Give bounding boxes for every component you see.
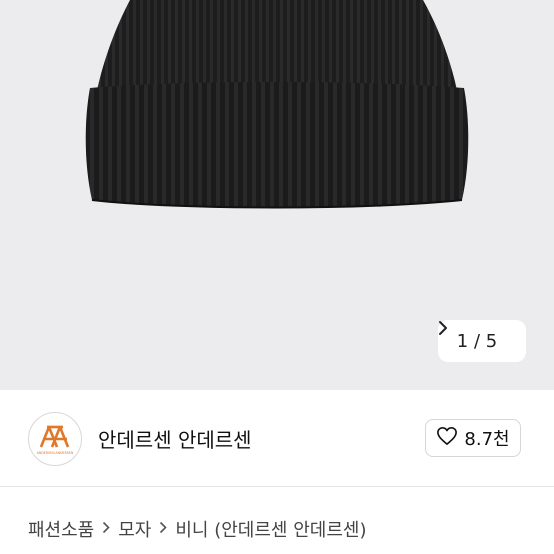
breadcrumb-item-current[interactable]: 비니 (안데르센 안데르센) bbox=[175, 516, 366, 542]
total-pages: 5 bbox=[485, 330, 498, 352]
seller-avatar[interactable]: ANDERSEN-ANDERSEN bbox=[28, 412, 82, 466]
like-count: 8.7천 bbox=[464, 429, 510, 450]
current-page: 1 bbox=[456, 330, 469, 352]
seller-name[interactable]: 안데르센 안데르센 bbox=[98, 424, 252, 453]
logo-text: ANDERSEN-ANDERSEN bbox=[37, 451, 74, 455]
page-counter: 1 / 5 bbox=[457, 331, 497, 352]
andersen-logo-icon: ANDERSEN-ANDERSEN bbox=[37, 425, 74, 455]
breadcrumb-item-category[interactable]: 패션소품 bbox=[28, 516, 94, 542]
breadcrumb-item-subcategory[interactable]: 모자 bbox=[118, 516, 151, 542]
page-separator: / bbox=[473, 330, 481, 352]
image-page-indicator[interactable]: 1 / 5 bbox=[438, 320, 526, 362]
chevron-right-icon bbox=[102, 519, 110, 539]
heart-outline-icon bbox=[436, 426, 458, 451]
product-image[interactable]: 1 / 5 bbox=[0, 0, 554, 390]
like-button[interactable]: 8.7천 bbox=[425, 419, 521, 457]
breadcrumb: 패션소품 모자 비니 (안데르센 안데르센) bbox=[28, 516, 366, 542]
chevron-right-icon bbox=[159, 519, 168, 539]
